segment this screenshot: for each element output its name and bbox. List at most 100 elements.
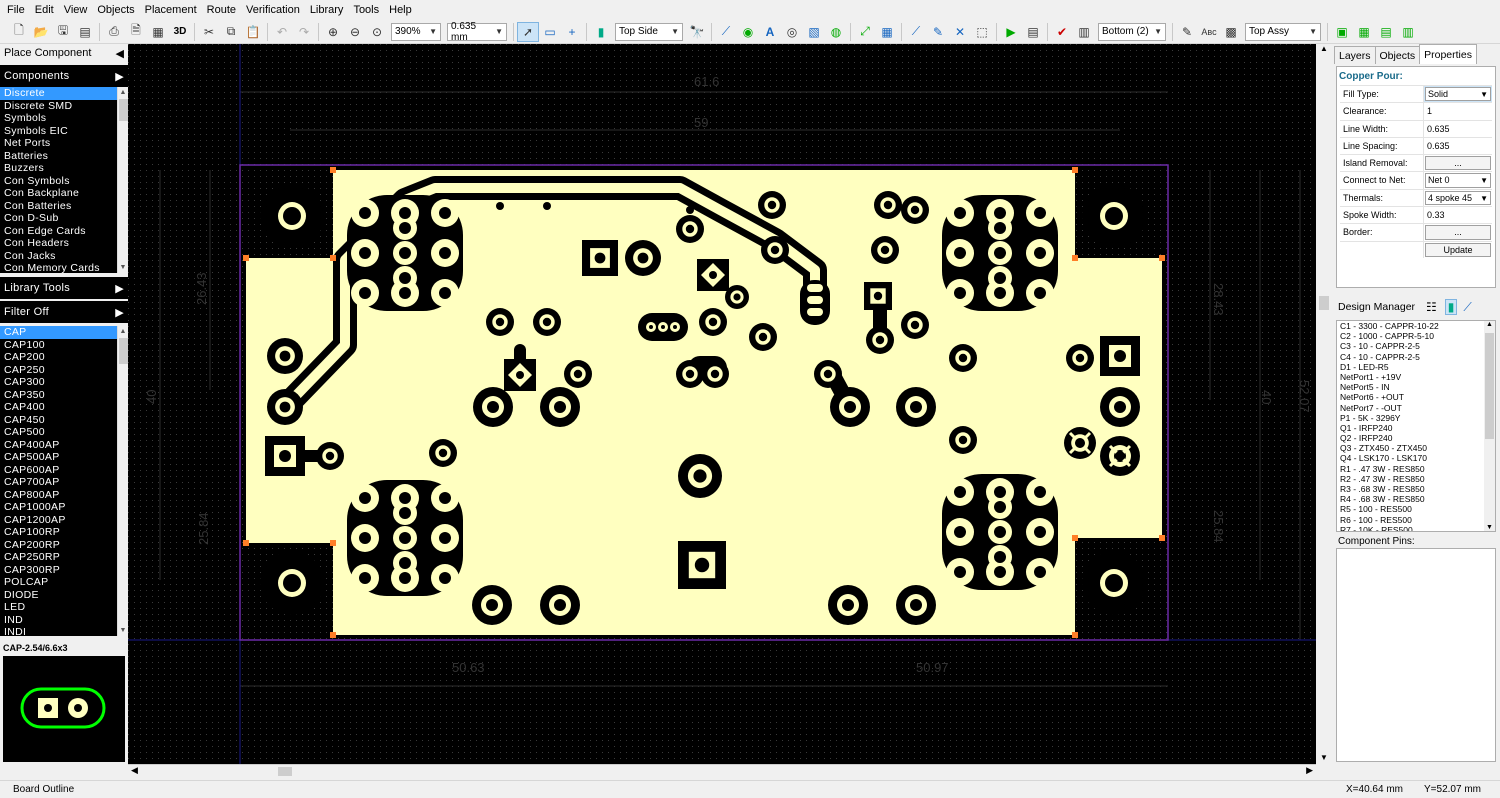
- menu-library[interactable]: Library: [305, 0, 349, 20]
- layer-icon[interactable]: ▮: [590, 22, 612, 42]
- property-dropdown[interactable]: Solid ▼: [1425, 87, 1491, 102]
- part-item[interactable]: LED: [0, 601, 128, 614]
- part-item[interactable]: IND: [0, 614, 128, 627]
- design-manager-item[interactable]: P1 - 5K - 3296Y: [1337, 413, 1495, 423]
- unroute-icon[interactable]: ✕: [949, 22, 971, 42]
- property-value[interactable]: Net 0 ▼: [1424, 172, 1492, 188]
- scroll-down-icon[interactable]: ▼: [118, 262, 128, 273]
- design-manager-item[interactable]: Q4 - LSK170 - LSK170: [1337, 453, 1495, 463]
- text-icon[interactable]: A: [759, 22, 781, 42]
- scroll-right-icon[interactable]: ▶: [1306, 765, 1313, 776]
- category-list[interactable]: Discrete Discrete SMD Symbols Symbols EIC Ne…: [0, 87, 128, 273]
- category-item[interactable]: Net Ports: [0, 137, 128, 150]
- part-item[interactable]: CAP: [0, 326, 128, 339]
- image-icon[interactable]: ▩: [1220, 22, 1242, 42]
- design-manager-item[interactable]: C3 - 10 - CAPPR-2-5: [1337, 341, 1495, 351]
- part-item[interactable]: CAP200: [0, 351, 128, 364]
- scroll-thumb[interactable]: [1485, 333, 1494, 439]
- category-item[interactable]: Con Edge Cards: [0, 225, 128, 238]
- property-value[interactable]: ...: [1424, 224, 1492, 240]
- scroll-left-icon[interactable]: ◀: [131, 765, 138, 776]
- pad-icon[interactable]: ◉: [737, 22, 759, 42]
- design-manager-item[interactable]: Q1 - IRFP240: [1337, 423, 1495, 433]
- board-3d-icon[interactable]: 3D: [169, 22, 191, 42]
- design-manager-item[interactable]: Q2 - IRFP240: [1337, 433, 1495, 443]
- menu-tools[interactable]: Tools: [348, 0, 384, 20]
- part-item[interactable]: CAP300: [0, 376, 128, 389]
- filter-header[interactable]: Filter Off ▶: [0, 301, 128, 323]
- design-manager-item[interactable]: R6 - 100 - RES500: [1337, 515, 1495, 525]
- font-icon[interactable]: Aʙc: [1198, 22, 1220, 42]
- category-item[interactable]: Discrete SMD: [0, 100, 128, 113]
- part-item[interactable]: CAP500AP: [0, 451, 128, 464]
- property-value[interactable]: Update: [1424, 242, 1492, 258]
- scroll-thumb[interactable]: [278, 767, 292, 776]
- property-button[interactable]: Update: [1425, 242, 1491, 257]
- design-manager-item[interactable]: NetPort7 - -OUT: [1337, 403, 1495, 413]
- scroll-up-icon[interactable]: ▲: [118, 326, 128, 337]
- design-manager-item[interactable]: NetPort6 - +OUT: [1337, 392, 1495, 402]
- menu-edit[interactable]: Edit: [30, 0, 59, 20]
- part-item[interactable]: CAP200RP: [0, 539, 128, 552]
- category-item[interactable]: Con Symbols: [0, 175, 128, 188]
- redo-icon[interactable]: ↷: [293, 22, 315, 42]
- part-item[interactable]: CAP300RP: [0, 564, 128, 577]
- part-item[interactable]: CAP100: [0, 339, 128, 352]
- tab-objects[interactable]: Objects: [1374, 46, 1421, 64]
- grid-select[interactable]: 0.635 mm ▼: [447, 21, 507, 43]
- layer-select[interactable]: Bottom (2) ▼: [1098, 22, 1166, 41]
- gerber-icon[interactable]: ▥: [1397, 22, 1419, 42]
- save-all-icon[interactable]: ▤: [74, 22, 96, 42]
- print-preview-icon[interactable]: 🗎: [125, 22, 147, 42]
- crosshair-icon[interactable]: +: [561, 22, 583, 42]
- part-item[interactable]: CAP100RP: [0, 526, 128, 539]
- route-line-icon[interactable]: ⟋: [715, 22, 737, 42]
- bom-icon[interactable]: ▤: [1375, 22, 1397, 42]
- category-item[interactable]: Con Batteries: [0, 200, 128, 213]
- pcb-drawing[interactable]: 61.6 59 26.43 28.43 40 40 25.84 25.84 50…: [128, 44, 1316, 764]
- category-item[interactable]: Buzzers: [0, 162, 128, 175]
- part-scrollbar[interactable]: ▲ ▼: [117, 326, 128, 636]
- design-manager-item[interactable]: R5 - 100 - RES500: [1337, 504, 1495, 514]
- part-item[interactable]: CAP800AP: [0, 489, 128, 502]
- scroll-thumb[interactable]: [119, 99, 128, 121]
- part-item[interactable]: CAP450: [0, 414, 128, 427]
- property-value[interactable]: Solid ▼: [1424, 86, 1492, 103]
- open-icon[interactable]: 📂: [30, 22, 52, 42]
- property-value[interactable]: ...: [1424, 155, 1492, 171]
- assy-select[interactable]: Top Assy ▼: [1245, 22, 1321, 41]
- menu-view[interactable]: View: [59, 0, 93, 20]
- copper-pour-icon[interactable]: ▧: [803, 22, 825, 42]
- part-item[interactable]: CAP700AP: [0, 476, 128, 489]
- menu-file[interactable]: File: [2, 0, 30, 20]
- property-value[interactable]: 0.635: [1424, 121, 1492, 137]
- tab-layers[interactable]: Layers: [1334, 46, 1376, 64]
- category-item[interactable]: Con Headers: [0, 237, 128, 250]
- measure-icon[interactable]: ▭: [539, 22, 561, 42]
- property-button[interactable]: ...: [1425, 225, 1491, 240]
- menu-placement[interactable]: Placement: [140, 0, 202, 20]
- pcb-canvas[interactable]: 61.6 59 26.43 28.43 40 40 25.84 25.84 50…: [128, 44, 1316, 764]
- component-icon[interactable]: ▣: [1331, 22, 1353, 42]
- menu-objects[interactable]: Objects: [92, 0, 139, 20]
- part-item[interactable]: POLCAP: [0, 576, 128, 589]
- design-manager-item[interactable]: NetPort5 - IN: [1337, 382, 1495, 392]
- part-item[interactable]: CAP500: [0, 426, 128, 439]
- canvas-vertical-scrollbar[interactable]: ▲ ▼: [1316, 44, 1332, 764]
- grid-icon[interactable]: ▦: [876, 22, 898, 42]
- part-item[interactable]: CAP250: [0, 364, 128, 377]
- design-manager-item[interactable]: C1 - 3300 - CAPPR-10-22: [1337, 321, 1495, 331]
- design-manager-item[interactable]: C2 - 1000 - CAPPR-5-10: [1337, 331, 1495, 341]
- property-value[interactable]: 0.635: [1424, 138, 1492, 154]
- part-item[interactable]: DIODE: [0, 589, 128, 602]
- design-manager-item[interactable]: R7 - 10K - RES500: [1337, 525, 1495, 531]
- scroll-thumb[interactable]: [119, 338, 128, 364]
- undo-icon[interactable]: ↶: [271, 22, 293, 42]
- design-manager-list[interactable]: C1 - 3300 - CAPPR-10-22 C2 - 1000 - CAPPR…: [1336, 320, 1496, 532]
- category-item[interactable]: Symbols EIC: [0, 125, 128, 138]
- category-item[interactable]: Batteries: [0, 150, 128, 163]
- category-item[interactable]: Con Jacks: [0, 250, 128, 263]
- category-item[interactable]: Con Backplane: [0, 187, 128, 200]
- design-manager-item[interactable]: R4 - .68 3W - RES850: [1337, 494, 1495, 504]
- net-view-icon[interactable]: ⟋: [1463, 300, 1471, 315]
